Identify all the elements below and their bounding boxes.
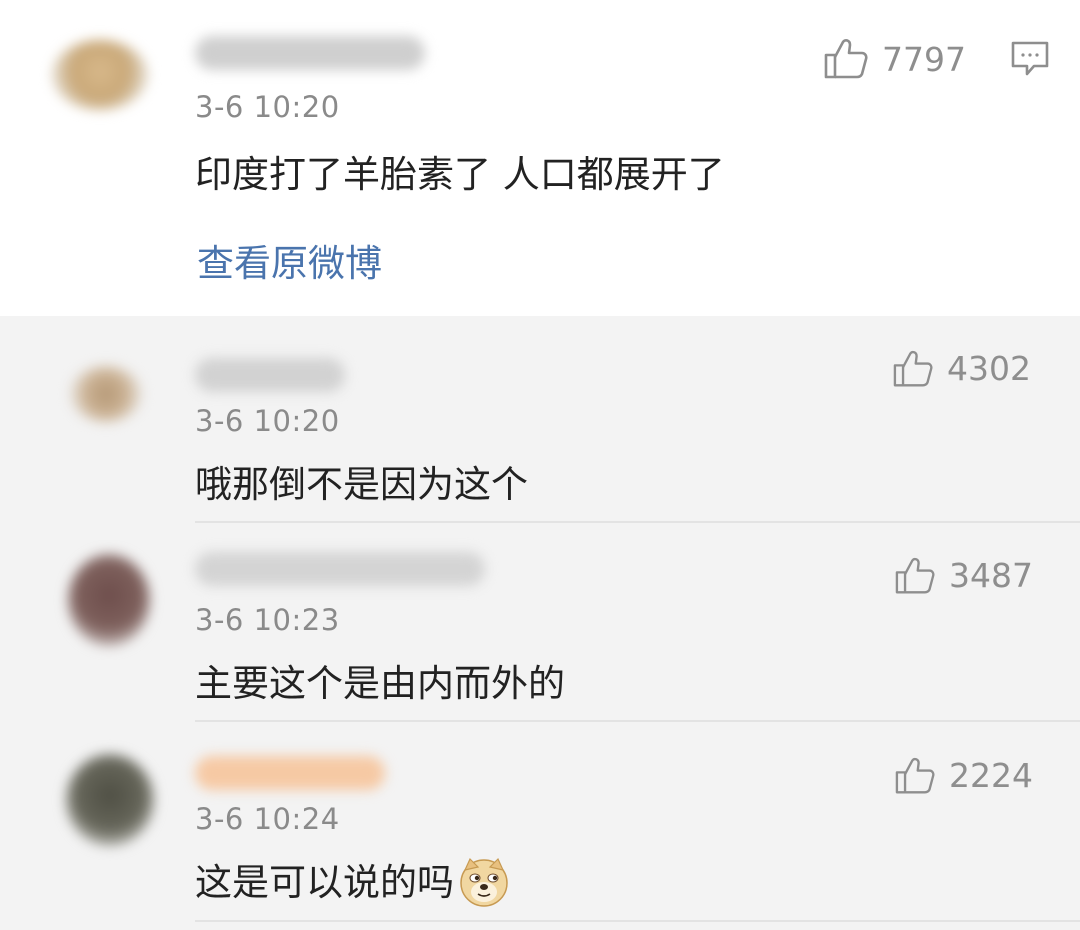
divider	[195, 920, 1080, 922]
comment-text: 哦那倒不是因为这个	[195, 463, 528, 506]
username[interactable]	[195, 756, 385, 790]
avatar[interactable]	[66, 754, 154, 846]
like-count: 7797	[882, 39, 966, 79]
avatar[interactable]	[70, 366, 142, 422]
doge-emoji	[460, 857, 508, 907]
like-button[interactable]: 4302	[893, 349, 1031, 388]
divider	[195, 720, 1080, 722]
username[interactable]	[195, 358, 345, 392]
avatar[interactable]	[68, 554, 150, 646]
like-count: 4302	[947, 349, 1031, 388]
like-button[interactable]: 2224	[895, 756, 1033, 795]
divider	[195, 521, 1080, 523]
comment-text: 主要这个是由内而外的	[195, 662, 565, 705]
like-button[interactable]: 3487	[895, 556, 1033, 595]
username[interactable]	[195, 36, 425, 70]
comment-text: 这是可以说的吗	[195, 852, 510, 911]
comment-text: 印度打了羊胎素了 人口都展开了	[195, 153, 725, 196]
reply-list: 4302 3-6 10:20 哦那倒不是因为这个 3487 3-6 10:23 …	[0, 316, 1080, 930]
comment-time: 3-6 10:20	[195, 90, 340, 124]
thumbs-up-icon	[893, 350, 933, 386]
comment-bubble-icon[interactable]	[1010, 40, 1050, 78]
username[interactable]	[195, 552, 485, 586]
comment-text-content: 这是可以说的吗	[195, 861, 454, 904]
comment-time: 3-6 10:23	[195, 603, 340, 637]
like-button[interactable]: 7797	[824, 38, 966, 80]
thumbs-up-icon	[895, 557, 935, 593]
comment-time: 3-6 10:20	[195, 404, 340, 438]
comment-time: 3-6 10:24	[195, 802, 340, 836]
thumbs-up-icon	[895, 757, 935, 793]
like-count: 3487	[949, 556, 1033, 595]
like-count: 2224	[949, 756, 1033, 795]
main-comment: 3-6 10:20 7797 印度打了羊胎素了 人口都展开了 查看原微博	[0, 0, 1080, 316]
avatar[interactable]	[52, 40, 148, 110]
thumbs-up-icon	[824, 39, 868, 79]
view-original-weibo-link[interactable]: 查看原微博	[197, 233, 382, 287]
